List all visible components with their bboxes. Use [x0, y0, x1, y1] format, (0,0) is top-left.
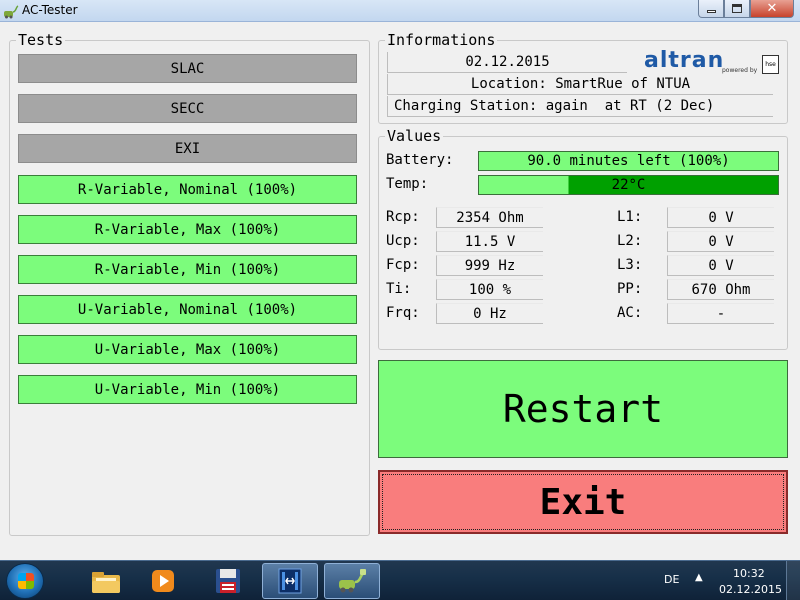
taskbar-ac-tester-button[interactable] — [324, 563, 380, 599]
fcp-label: Fcp: — [386, 257, 420, 273]
l3-label: L3: — [617, 257, 643, 273]
media-player-icon — [152, 570, 174, 592]
ac-label: AC: — [617, 305, 643, 321]
ac-value: - — [667, 303, 774, 324]
folder-icon — [92, 572, 120, 593]
test-button-u-variable-nominal[interactable]: U-Variable, Nominal (100%) — [18, 295, 357, 324]
window-title-bar[interactable]: AC-Tester ✕ — [0, 0, 800, 22]
minimize-button[interactable] — [698, 0, 724, 18]
taskbar-explorer-button[interactable] — [78, 563, 134, 599]
test-button-exi[interactable]: EXI — [18, 134, 357, 163]
ucp-value: 11.5 V — [436, 231, 543, 252]
temp-bar: 22°C — [478, 175, 779, 195]
logo-powered-by: powered by — [722, 67, 758, 74]
test-button-u-variable-min[interactable]: U-Variable, Min (100%) — [18, 375, 357, 404]
pp-value: 670 Ohm — [667, 279, 774, 300]
l2-value: 0 V — [667, 231, 774, 252]
taskbar: DE ▲ 10:32 02.12.2015 — [0, 560, 800, 600]
taskbar-media-player-button[interactable] — [136, 563, 192, 599]
language-indicator[interactable]: DE — [664, 573, 679, 586]
save-disk-icon — [216, 569, 240, 593]
ti-value: 100 % — [436, 279, 543, 300]
app-window-icon — [278, 568, 302, 594]
maximize-icon — [732, 4, 742, 13]
close-button[interactable]: ✕ — [750, 0, 794, 18]
l1-label: L1: — [617, 209, 643, 225]
exit-button[interactable]: Exit — [378, 470, 788, 534]
test-button-r-variable-max[interactable]: R-Variable, Max (100%) — [18, 215, 357, 244]
l1-value: 0 V — [667, 207, 774, 228]
l2-label: L2: — [617, 233, 643, 249]
clock-date[interactable]: 02.12.2015 — [719, 583, 782, 596]
pp-label: PP: — [617, 281, 643, 297]
info-date: 02.12.2015 — [387, 52, 627, 73]
maximize-button[interactable] — [724, 0, 750, 18]
taskbar-app-window-button[interactable] — [262, 563, 318, 599]
test-button-slac[interactable]: SLAC — [18, 54, 357, 83]
show-desktop-button[interactable] — [786, 561, 800, 600]
temp-label: Temp: — [386, 176, 429, 192]
minimize-icon — [706, 10, 716, 13]
tests-legend: Tests — [16, 31, 66, 49]
start-button[interactable] — [6, 563, 44, 599]
window-controls: ✕ — [698, 0, 794, 18]
test-button-secc[interactable]: SECC — [18, 94, 357, 123]
show-hidden-icons-icon[interactable]: ▲ — [695, 572, 703, 583]
frq-value: 0 Hz — [436, 303, 543, 324]
test-button-r-variable-nominal[interactable]: R-Variable, Nominal (100%) — [18, 175, 357, 204]
ac-tester-plug-icon — [339, 569, 366, 593]
taskbar-save-button[interactable] — [200, 563, 256, 599]
window-title: AC-Tester — [22, 3, 78, 17]
info-charging-station: Charging Station: again at RT (2 Dec) — [387, 96, 773, 117]
restart-button[interactable]: Restart — [378, 360, 788, 458]
close-icon: ✕ — [766, 1, 778, 16]
battery-value: 90.0 minutes left (100%) — [527, 153, 730, 169]
informations-legend: Informations — [385, 31, 498, 49]
ti-label: Ti: — [386, 281, 412, 297]
hse-logo-badge: hse — [762, 55, 779, 74]
clock-time[interactable]: 10:32 — [733, 567, 765, 580]
windows-logo-icon — [18, 573, 34, 589]
ucp-label: Ucp: — [386, 233, 420, 249]
battery-label: Battery: — [386, 152, 454, 168]
ac-tester-app-icon — [4, 5, 19, 19]
altran-logo-text: altran — [644, 48, 725, 73]
l3-value: 0 V — [667, 255, 774, 276]
rcp-value: 2354 Ohm — [436, 207, 543, 228]
frq-label: Frq: — [386, 305, 420, 321]
fcp-value: 999 Hz — [436, 255, 543, 276]
test-button-u-variable-max[interactable]: U-Variable, Max (100%) — [18, 335, 357, 364]
values-legend: Values — [385, 127, 444, 145]
rcp-label: Rcp: — [386, 209, 420, 225]
battery-bar: 90.0 minutes left (100%) — [478, 151, 779, 171]
info-location: Location: SmartRue of NTUA — [387, 74, 773, 95]
altran-logo: altran powered by hse — [632, 48, 782, 76]
temp-value: 22°C — [611, 177, 646, 193]
test-button-r-variable-min[interactable]: R-Variable, Min (100%) — [18, 255, 357, 284]
